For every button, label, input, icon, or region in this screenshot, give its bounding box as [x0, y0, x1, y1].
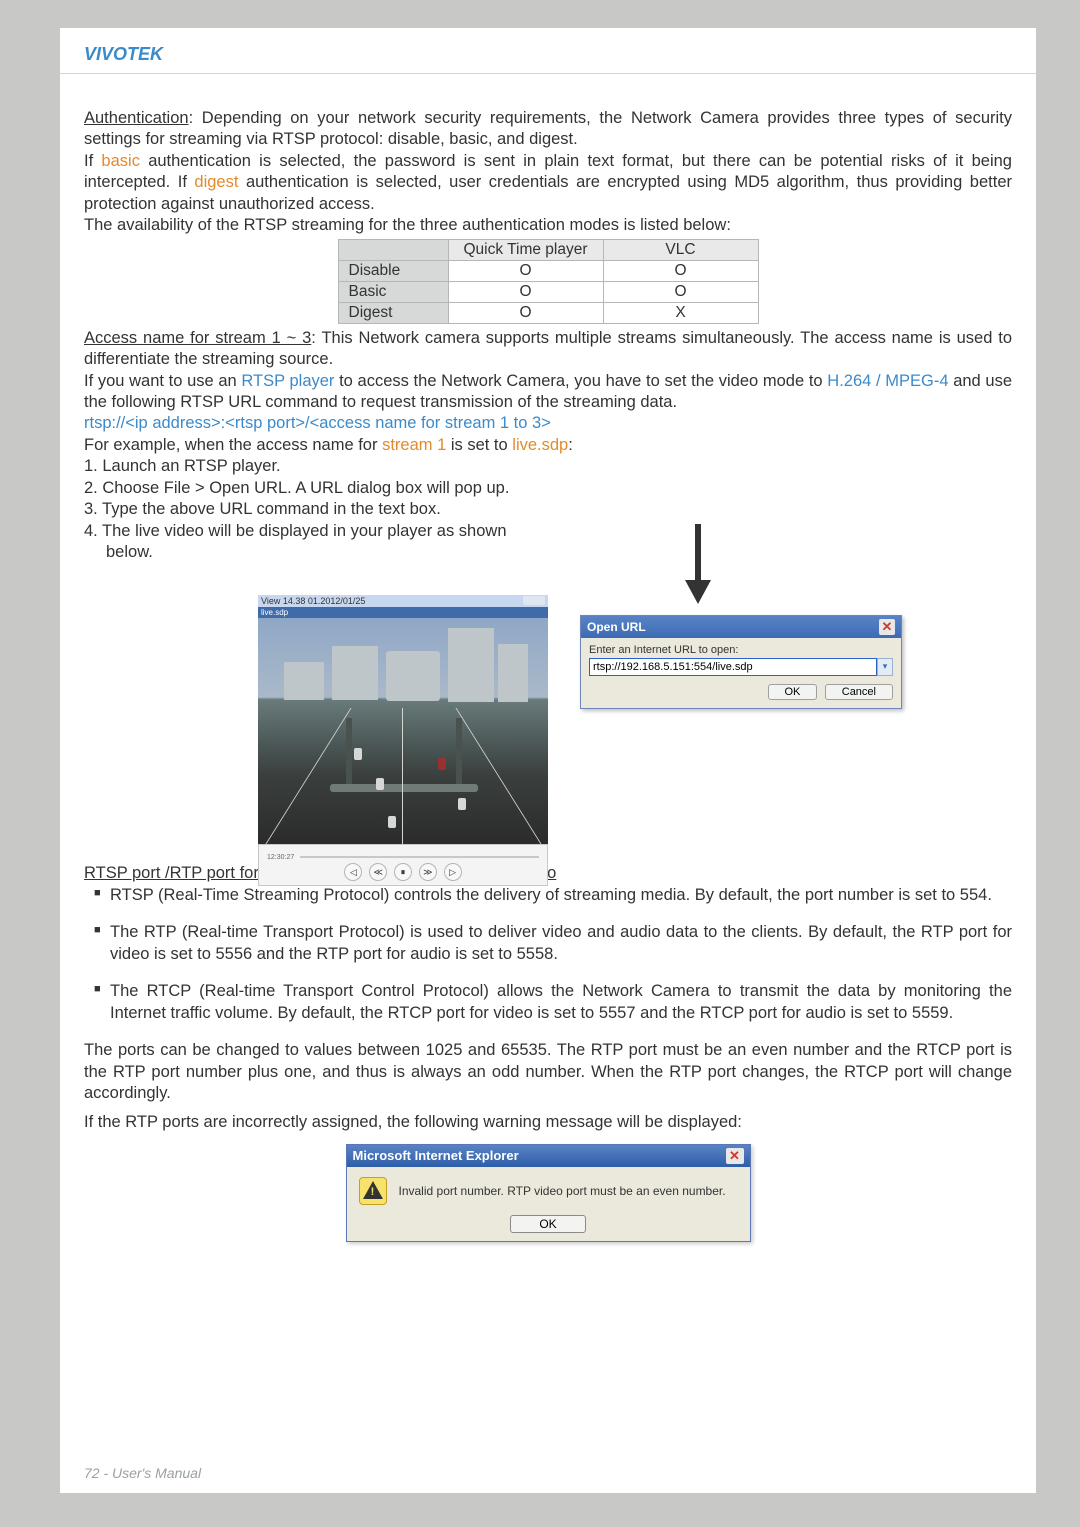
paragraph-access-name: Access name for stream 1 ~ 3: This Netwo…: [84, 328, 1012, 564]
warning-dialog: Microsoft Internet Explorer ✕ Invalid po…: [346, 1144, 751, 1242]
warning-message: Invalid port number. RTP video port must…: [399, 1184, 726, 1198]
paragraph-port-range: The ports can be changed to values betwe…: [84, 1040, 1012, 1104]
table-row: Quick Time player VLC: [338, 239, 758, 260]
dialog-title-text: Open URL: [587, 620, 646, 634]
player-rewind-icon[interactable]: ≪: [369, 863, 387, 881]
ports-section: RTSP port /RTP port for video, audio/ RT…: [84, 863, 1012, 1241]
paragraph-warning-intro: If the RTP ports are incorrectly assigne…: [84, 1112, 1012, 1133]
ok-button[interactable]: OK: [510, 1215, 585, 1233]
warning-title-bar: Microsoft Internet Explorer ✕: [347, 1145, 750, 1167]
page-header: VIVOTEK: [60, 28, 1036, 74]
table-row: Digest O X: [338, 302, 758, 323]
dialog-title-bar: Open URL ✕: [581, 616, 901, 638]
player-video-frame: [258, 618, 548, 844]
ok-button[interactable]: OK: [768, 684, 818, 700]
player-stream-name: live.sdp: [258, 607, 548, 618]
list-item: The RTCP (Real-time Transport Control Pr…: [84, 981, 1012, 1024]
step-4: 4. The live video will be displayed in y…: [84, 522, 507, 540]
label-authentication: Authentication: [84, 109, 189, 127]
auth-table-wrap: Quick Time player VLC Disable O O Basic …: [84, 239, 1012, 324]
warning-icon: [359, 1177, 387, 1205]
step-2: 2. Choose File > Open URL. A URL dialog …: [84, 479, 509, 497]
document-page: VIVOTEK Authentication: Depending on you…: [60, 28, 1036, 1493]
close-icon[interactable]: ✕: [879, 619, 895, 635]
player-time-label: 12:30:27: [267, 854, 294, 861]
dialog-label: Enter an Internet URL to open:: [589, 644, 893, 656]
table-row: Basic O O: [338, 281, 758, 302]
col-vlc: VLC: [603, 239, 758, 260]
player-prev-icon[interactable]: ◁: [344, 863, 362, 881]
dropdown-icon[interactable]: ▾: [877, 658, 893, 676]
col-quicktime: Quick Time player: [448, 239, 603, 260]
step-1: 1. Launch an RTSP player.: [84, 457, 281, 475]
warning-title-text: Microsoft Internet Explorer: [353, 1148, 519, 1163]
paragraph-authentication: Authentication: Depending on your networ…: [84, 108, 1012, 237]
arrow-icon: [681, 524, 716, 604]
player-pause-icon[interactable]: ⏸: [394, 863, 412, 881]
player-forward-icon[interactable]: ≫: [419, 863, 437, 881]
url-input[interactable]: [589, 658, 877, 676]
player-next-icon[interactable]: ▷: [444, 863, 462, 881]
cancel-button[interactable]: Cancel: [825, 684, 893, 700]
rtsp-url-template: rtsp://<ip address>:<rtsp port>/<access …: [84, 414, 551, 432]
highlight-digest: digest: [194, 173, 238, 191]
highlight-h264: H.264 / MPEG-4: [827, 372, 948, 390]
close-icon[interactable]: ✕: [726, 1148, 744, 1164]
step-3: 3. Type the above URL command in the tex…: [84, 500, 441, 518]
row-disable: Disable: [338, 260, 448, 281]
row-basic: Basic: [338, 281, 448, 302]
list-item: The RTP (Real-time Transport Protocol) i…: [84, 922, 1012, 965]
table-row: Disable O O: [338, 260, 758, 281]
brand-logo: VIVOTEK: [84, 44, 163, 64]
row-digest: Digest: [338, 302, 448, 323]
list-item: RTSP (Real-Time Streaming Protocol) cont…: [84, 885, 1012, 906]
open-url-dialog: Open URL ✕ Enter an Internet URL to open…: [580, 615, 902, 709]
page-footer: 72 - User's Manual: [84, 1465, 201, 1481]
player-url-bar: View 14.38 01.2012/01/25: [258, 595, 548, 607]
player-title-chip: [523, 596, 545, 605]
rtsp-player-screenshot: View 14.38 01.2012/01/25 live.sdp: [258, 595, 548, 886]
page-content: Authentication: Depending on your networ…: [60, 74, 1036, 1242]
auth-table: Quick Time player VLC Disable O O Basic …: [338, 239, 759, 324]
step-4b: below.: [84, 543, 153, 561]
highlight-rtsp-player: RTSP player: [241, 372, 334, 390]
player-controls: 12:30:27 ◁ ≪ ⏸ ≫ ▷: [258, 844, 548, 886]
highlight-basic: basic: [101, 152, 140, 170]
label-access-name: Access name for stream 1 ~ 3: [84, 329, 311, 347]
